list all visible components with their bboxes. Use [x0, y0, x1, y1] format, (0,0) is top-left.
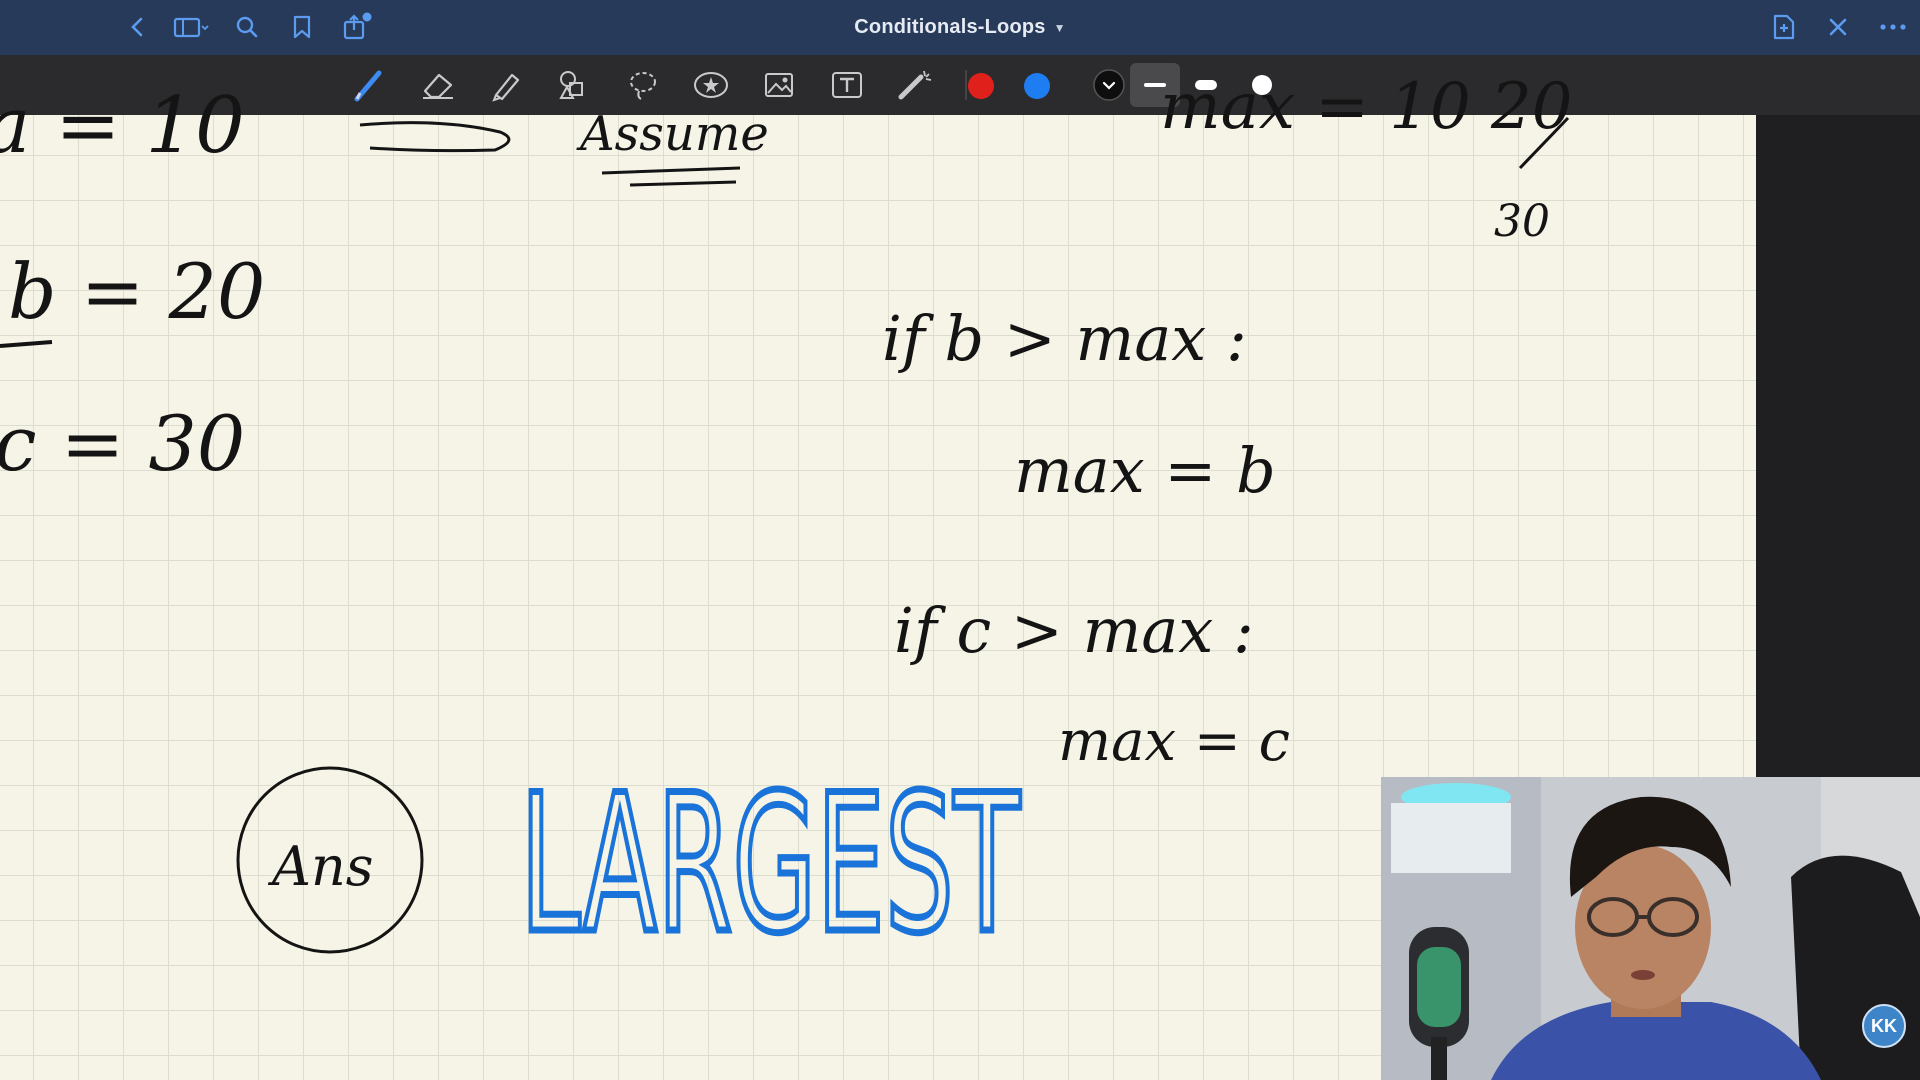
image-tool-icon[interactable] — [759, 65, 799, 105]
webcam-overlay: KK — [1381, 777, 1920, 1080]
canvas-margin — [1756, 115, 1920, 777]
close-icon[interactable] — [1823, 12, 1853, 42]
title-bar: Conditionals-Loops ▼ — [0, 0, 1920, 55]
text-tool-icon[interactable] — [827, 65, 867, 105]
lasso-tool-icon[interactable] — [623, 65, 663, 105]
webcam-image — [1381, 777, 1920, 1080]
stroke-width-thin[interactable] — [1130, 63, 1180, 107]
sticker-tool-icon[interactable] — [691, 65, 731, 105]
pen-tool-icon[interactable] — [349, 65, 389, 105]
document-title[interactable]: Conditionals-Loops ▼ — [0, 0, 1920, 55]
shapes-tool-icon[interactable] — [554, 65, 594, 105]
drawing-toolbar — [0, 55, 1920, 115]
more-icon[interactable] — [1878, 12, 1908, 42]
stroke-width-medium[interactable] — [1186, 65, 1226, 105]
channel-badge: KK — [1862, 1004, 1906, 1048]
color-swatch-blue[interactable] — [1024, 73, 1050, 99]
new-page-icon[interactable] — [1769, 12, 1799, 42]
eraser-tool-icon[interactable] — [418, 65, 458, 105]
laser-pointer-tool-icon[interactable] — [895, 65, 935, 105]
toolbar-divider — [965, 70, 967, 100]
color-swatch-red[interactable] — [968, 73, 994, 99]
color-picker-black[interactable] — [1089, 65, 1129, 105]
stroke-width-thick[interactable] — [1242, 65, 1282, 105]
chevron-down-icon: ▼ — [1053, 20, 1066, 35]
highlighter-tool-icon[interactable] — [486, 65, 526, 105]
document-title-text: Conditionals-Loops — [854, 16, 1046, 38]
